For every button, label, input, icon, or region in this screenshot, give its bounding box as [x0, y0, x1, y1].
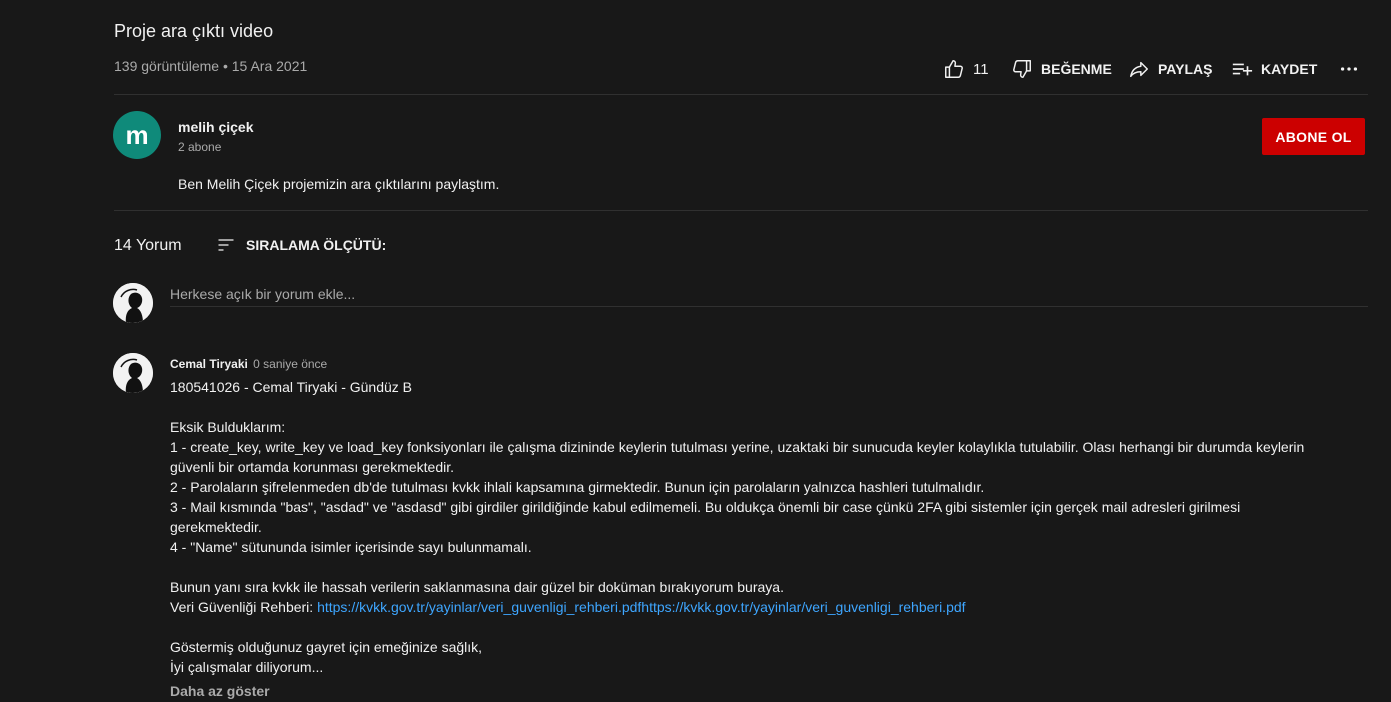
user-silhouette-icon: [113, 353, 153, 393]
save-button[interactable]: KAYDET: [1231, 57, 1317, 81]
share-label: PAYLAŞ: [1158, 61, 1213, 77]
comment-line: 180541026 - Cemal Tiryaki - Gündüz B: [170, 379, 413, 395]
dislike-button[interactable]: BEĞENME: [1011, 57, 1112, 81]
share-button[interactable]: PAYLAŞ: [1128, 57, 1212, 81]
comment-line: Eksik Bulduklarım:: [170, 419, 286, 435]
comment-body: 180541026 - Cemal Tiryaki - Gündüz B Eksi…: [170, 377, 1310, 677]
user-avatar[interactable]: [113, 283, 153, 323]
kvkk-link[interactable]: https://kvkk.gov.tr/yayinlar/veri_guvenl…: [317, 599, 965, 615]
dislike-label: BEĞENME: [1041, 61, 1112, 77]
video-title: Proje ara çıktı video: [114, 21, 274, 41]
divider: [114, 210, 1368, 211]
comment-line: İyi çalışmalar diliyorum...: [170, 659, 324, 675]
sort-button[interactable]: SIRALAMA ÖLÇÜTÜ:: [216, 234, 386, 256]
user-silhouette-icon: [113, 283, 153, 323]
playlist-add-icon: [1232, 63, 1253, 76]
thumbs-down-icon: [1013, 60, 1031, 78]
comment-input[interactable]: [170, 282, 1368, 307]
comment-line: [170, 397, 1310, 417]
comment-line: Bunun yanı sıra kvkk ile hassah verileri…: [170, 579, 784, 595]
link-prefix: Veri Güvenliği Rehberi:: [170, 599, 318, 615]
comment-author[interactable]: Cemal Tiryaki: [170, 357, 248, 371]
comment-line: 1 - create_key, write_key ve load_key fo…: [170, 439, 1305, 475]
comment-header: Cemal Tiryaki 0 saniye önce: [170, 357, 327, 371]
divider: [114, 94, 1368, 95]
channel-avatar[interactable]: m: [113, 111, 161, 159]
video-description: Ben Melih Çiçek projemizin ara çıktıları…: [178, 176, 500, 192]
video-actions: 11 BEĞENME PAYLAŞ KAYDET: [0, 57, 1391, 81]
comment-count: 14 Yorum: [114, 237, 182, 254]
subscriber-count: 2 abone: [178, 140, 222, 154]
show-less-button[interactable]: Daha az göster: [170, 683, 270, 699]
comment-line: 4 - "Name" sütununda isimler içerisinde …: [170, 539, 532, 555]
like-count: 11: [973, 60, 989, 78]
comment-closing-text: Göstermiş olduğunuz gayret için emeğiniz…: [170, 617, 1310, 677]
subscribe-button[interactable]: ABONE OL: [1262, 118, 1365, 155]
thumbs-up-icon: [945, 60, 963, 78]
comment-text: 180541026 - Cemal Tiryaki - Gündüz B Eksi…: [170, 377, 1310, 597]
more-horizontal-icon: [1340, 67, 1358, 71]
save-label: KAYDET: [1261, 61, 1318, 77]
comment-line: [170, 557, 1310, 577]
video-page: Proje ara çıktı video 139 görüntüleme • …: [0, 0, 1391, 702]
commenter-avatar[interactable]: [113, 353, 153, 393]
comment-line: 3 - Mail kısmında "bas", "asdad" ve "asd…: [170, 499, 1241, 535]
comment-line: [170, 617, 1310, 637]
comment-timestamp[interactable]: 0 saniye önce: [253, 357, 327, 371]
comment-link-line: Veri Güvenliği Rehberi: https://kvkk.gov…: [170, 597, 1310, 617]
sort-label: SIRALAMA ÖLÇÜTÜ:: [246, 237, 387, 253]
sort-icon: [218, 239, 234, 251]
share-icon: [1130, 61, 1148, 78]
more-actions-button[interactable]: [1338, 57, 1360, 81]
channel-name[interactable]: melih çiçek: [178, 119, 254, 135]
like-button[interactable]: 11: [943, 57, 989, 81]
comment-line: 2 - Parolaların şifrelenmeden db'de tutu…: [170, 479, 985, 495]
comment-line: Göstermiş olduğunuz gayret için emeğiniz…: [170, 639, 483, 655]
